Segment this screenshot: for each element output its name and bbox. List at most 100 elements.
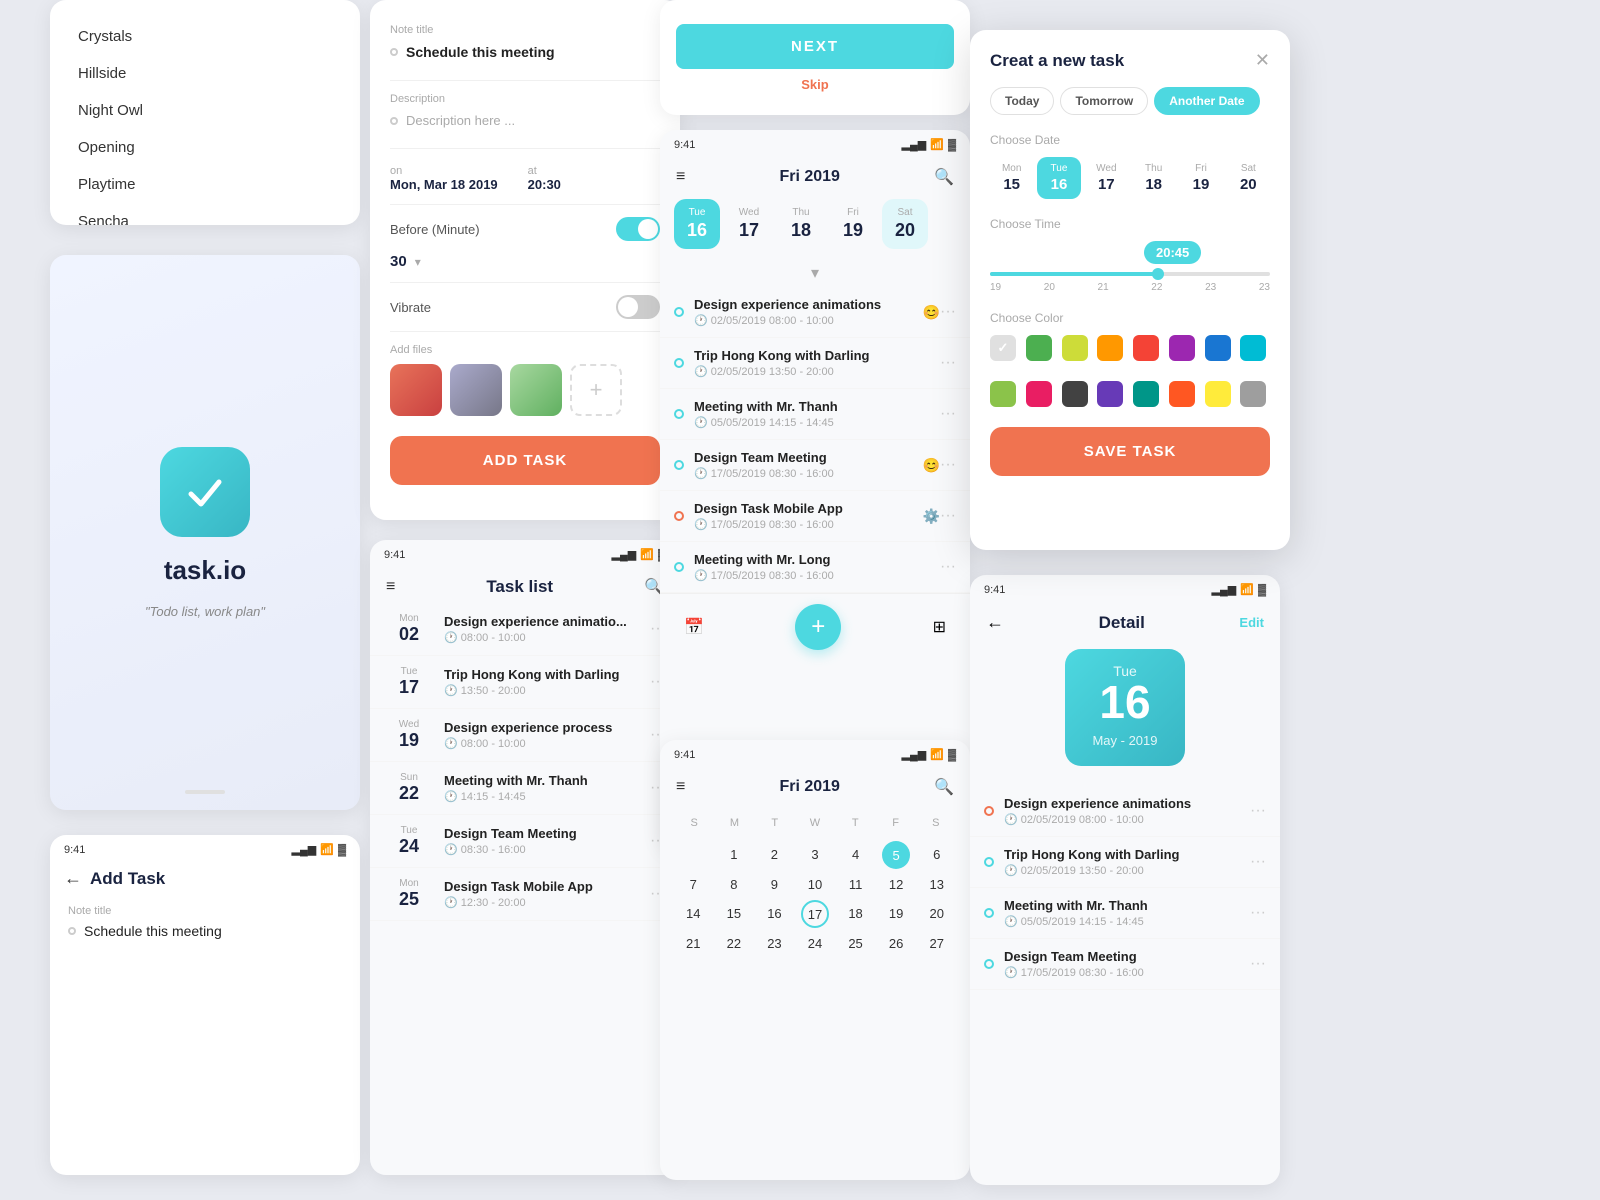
- modal-date-cell[interactable]: Fri 19: [1179, 157, 1222, 199]
- week-day-item[interactable]: Sat 20: [882, 199, 928, 249]
- task-list-item[interactable]: Sun 22 Meeting with Mr. Thanh 🕐 14:15 - …: [370, 762, 680, 815]
- color-swatch[interactable]: [1205, 381, 1231, 407]
- cal-task-item[interactable]: Meeting with Mr. Long 🕐 17/05/2019 08:30…: [660, 542, 970, 593]
- week-day-item[interactable]: Tue 16: [674, 199, 720, 249]
- back-navigation[interactable]: ← Add Task: [50, 862, 360, 897]
- detail-back-icon[interactable]: ←: [986, 612, 1004, 633]
- color-swatch[interactable]: [1026, 335, 1052, 361]
- hamburger-icon[interactable]: ≡: [386, 578, 395, 596]
- detail-task-item[interactable]: Meeting with Mr. Thanh 🕐 05/05/2019 14:1…: [970, 888, 1280, 939]
- task-list-item[interactable]: Mon 02 Design experience animatio... 🕐 0…: [370, 603, 680, 656]
- cal-task-menu-icon[interactable]: ···: [940, 405, 956, 423]
- color-swatch[interactable]: [1097, 335, 1123, 361]
- detail-task-menu-icon[interactable]: ···: [1250, 904, 1266, 922]
- sidebar-item[interactable]: Playtime: [50, 166, 360, 203]
- cal-task-menu-icon[interactable]: ···: [940, 354, 956, 372]
- month-day[interactable]: 3: [796, 841, 835, 869]
- color-swatch[interactable]: [1169, 335, 1195, 361]
- task-list-item[interactable]: Tue 24 Design Team Meeting 🕐 08:30 - 16:…: [370, 815, 680, 868]
- month-day[interactable]: 16: [755, 900, 794, 928]
- cal-task-menu-icon[interactable]: ···: [940, 456, 956, 474]
- cal-task-menu-icon[interactable]: ···: [940, 507, 956, 525]
- month-day[interactable]: 9: [755, 871, 794, 898]
- month-day[interactable]: 22: [715, 930, 754, 957]
- month-day[interactable]: 20: [917, 900, 956, 928]
- cal-task-item[interactable]: Design Team Meeting 🕐 17/05/2019 08:30 -…: [660, 440, 970, 491]
- cal-fab-button[interactable]: +: [795, 604, 841, 650]
- cal-hamburger-icon[interactable]: ≡: [676, 168, 685, 186]
- cal-task-item[interactable]: Meeting with Mr. Thanh 🕐 05/05/2019 14:1…: [660, 389, 970, 440]
- month-day[interactable]: 5: [882, 841, 910, 869]
- file-thumb-3[interactable]: [510, 364, 562, 416]
- slider-thumb[interactable]: [1152, 268, 1164, 280]
- modal-date-cell[interactable]: Mon 15: [990, 157, 1033, 199]
- task-list-item[interactable]: Mon 25 Design Task Mobile App 🕐 12:30 - …: [370, 868, 680, 921]
- month-day[interactable]: 7: [674, 871, 713, 898]
- modal-date-cell[interactable]: Wed 17: [1085, 157, 1128, 199]
- detail-task-item[interactable]: Trip Hong Kong with Darling 🕐 02/05/2019…: [970, 837, 1280, 888]
- modal-date-cell[interactable]: Sat 20: [1227, 157, 1270, 199]
- sidebar-item[interactable]: Hillside: [50, 55, 360, 92]
- detail-task-menu-icon[interactable]: ···: [1250, 802, 1266, 820]
- sidebar-item[interactable]: Sencha: [50, 203, 360, 225]
- month-day[interactable]: 24: [796, 930, 835, 957]
- color-swatch[interactable]: [1133, 335, 1159, 361]
- color-swatch[interactable]: [1240, 381, 1266, 407]
- color-swatch[interactable]: [1240, 335, 1266, 361]
- chevron-down-icon[interactable]: ▾: [415, 255, 421, 269]
- add-file-button[interactable]: +: [570, 364, 622, 416]
- week-chevron-icon[interactable]: ▾: [660, 259, 970, 287]
- week-day-item[interactable]: Thu 18: [778, 199, 824, 249]
- month-day[interactable]: 6: [917, 841, 956, 869]
- modal-date-cell[interactable]: Thu 18: [1132, 157, 1175, 199]
- sidebar-item[interactable]: Opening: [50, 129, 360, 166]
- week-day-item[interactable]: Wed 17: [726, 199, 772, 249]
- cal-task-item[interactable]: Design Task Mobile App 🕐 17/05/2019 08:3…: [660, 491, 970, 542]
- cal-task-menu-icon[interactable]: ···: [940, 558, 956, 576]
- month-day[interactable]: 1: [715, 841, 754, 869]
- cal-search-icon[interactable]: 🔍: [934, 167, 954, 187]
- color-swatch[interactable]: [1062, 381, 1088, 407]
- detail-edit-button[interactable]: Edit: [1239, 615, 1264, 630]
- file-thumb-1[interactable]: [390, 364, 442, 416]
- week-day-item[interactable]: Fri 19: [830, 199, 876, 249]
- tab-tomorrow[interactable]: Tomorrow: [1060, 87, 1148, 115]
- add-task-button[interactable]: ADD TASK: [390, 436, 660, 485]
- skip-link[interactable]: Skip: [801, 77, 828, 92]
- month-day[interactable]: 4: [836, 841, 875, 869]
- month-day[interactable]: 21: [674, 930, 713, 957]
- tab-today[interactable]: Today: [990, 87, 1054, 115]
- color-swatch[interactable]: [1205, 335, 1231, 361]
- color-swatch[interactable]: [990, 335, 1016, 361]
- color-swatch[interactable]: [1133, 381, 1159, 407]
- detail-task-item[interactable]: Design Team Meeting 🕐 17/05/2019 08:30 -…: [970, 939, 1280, 990]
- month-day[interactable]: 26: [877, 930, 916, 957]
- cal-task-menu-icon[interactable]: ···: [940, 303, 956, 321]
- sidebar-item[interactable]: Crystals: [50, 18, 360, 55]
- detail-task-menu-icon[interactable]: ···: [1250, 955, 1266, 973]
- month-day[interactable]: 17: [801, 900, 829, 928]
- grid-icon[interactable]: ⊞: [933, 617, 946, 637]
- month-day[interactable]: 14: [674, 900, 713, 928]
- month-day[interactable]: 27: [917, 930, 956, 957]
- detail-task-menu-icon[interactable]: ···: [1250, 853, 1266, 871]
- before-toggle[interactable]: [616, 217, 660, 241]
- cal-task-item[interactable]: Design experience animations 🕐 02/05/201…: [660, 287, 970, 338]
- month-day[interactable]: 2: [755, 841, 794, 869]
- file-thumb-2[interactable]: [450, 364, 502, 416]
- note-title-text[interactable]: Schedule this meeting: [406, 44, 555, 60]
- detail-task-item[interactable]: Design experience animations 🕐 02/05/201…: [970, 786, 1280, 837]
- time-slider-track[interactable]: [990, 272, 1270, 276]
- month-day[interactable]: 10: [796, 871, 835, 898]
- back-arrow-icon[interactable]: ←: [64, 868, 82, 889]
- color-swatch[interactable]: [1169, 381, 1195, 407]
- save-task-button[interactable]: SAVE TASK: [990, 427, 1270, 476]
- color-swatch[interactable]: [1026, 381, 1052, 407]
- next-button[interactable]: NEXT: [676, 24, 954, 69]
- cal-task-item[interactable]: Trip Hong Kong with Darling 🕐 02/05/2019…: [660, 338, 970, 389]
- month-day[interactable]: 25: [836, 930, 875, 957]
- color-swatch[interactable]: [1062, 335, 1088, 361]
- color-swatch[interactable]: [1097, 381, 1123, 407]
- tab-another-date[interactable]: Another Date: [1154, 87, 1259, 115]
- month-day[interactable]: 12: [877, 871, 916, 898]
